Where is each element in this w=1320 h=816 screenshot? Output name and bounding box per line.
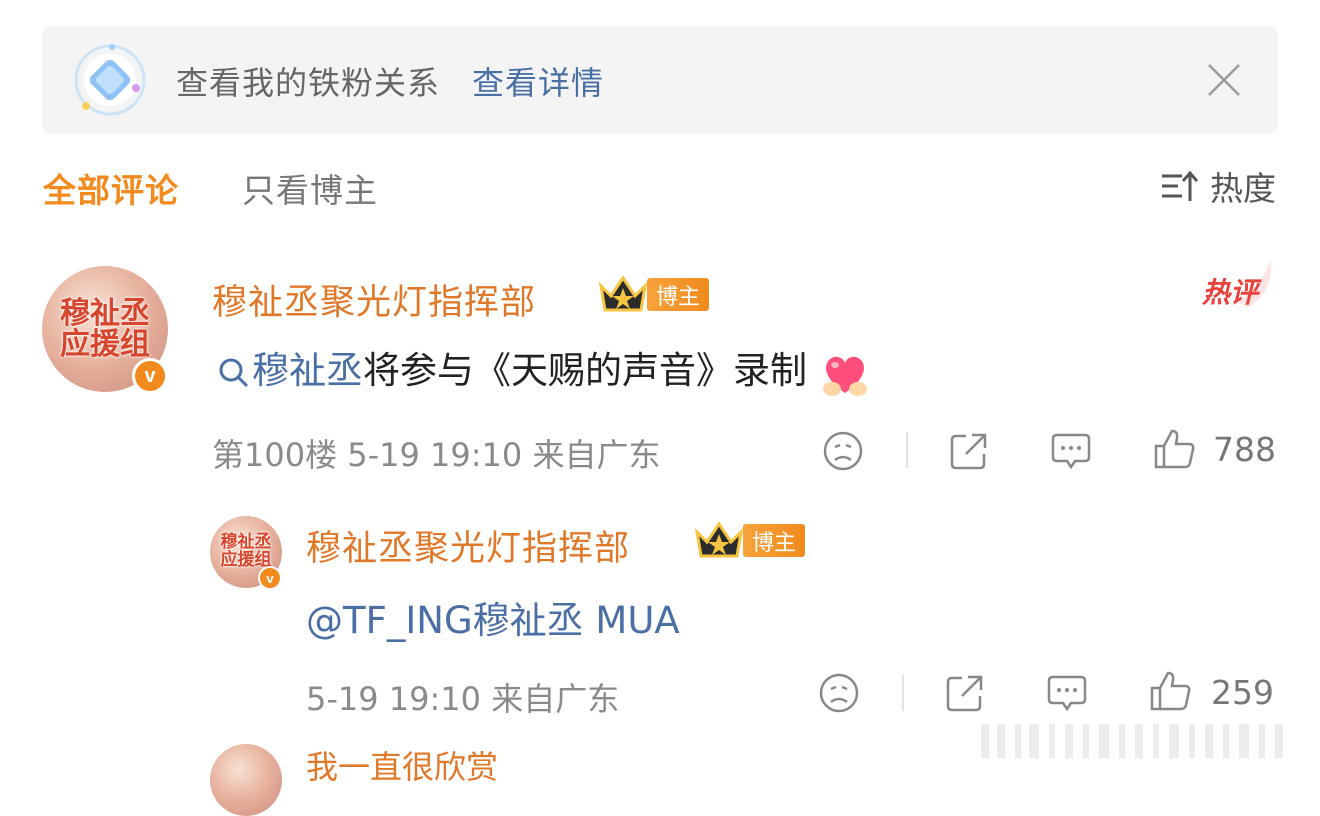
comment-icon[interactable]: [1046, 672, 1088, 714]
view-details-link[interactable]: 查看详情: [472, 58, 604, 104]
comment-avatar[interactable]: 穆祉丞应援组 v: [42, 266, 168, 394]
comment-icon[interactable]: [1050, 430, 1092, 472]
svg-text:热评: 热评: [1201, 276, 1262, 309]
watermark: [981, 724, 1283, 758]
like-count: 788: [1213, 430, 1276, 469]
reply-meta: 5-19 19:10 来自广东: [306, 680, 620, 718]
comment-meta: 第100楼 5-19 19:10 来自广东: [212, 436, 661, 474]
heart-hands-icon: [822, 356, 867, 396]
avatar: [210, 744, 282, 816]
fan-relationship-banner[interactable]: 查看我的铁粉关系 查看详情: [42, 26, 1278, 134]
diamond-icon: [74, 44, 146, 116]
reply-text: @TF_ING穆祉丞 MUA: [306, 590, 680, 644]
action-divider: [906, 432, 908, 468]
mention-link[interactable]: @TF_ING穆祉丞 MUA: [306, 599, 680, 642]
like-icon[interactable]: [1148, 669, 1192, 713]
sort-icon: [1162, 170, 1198, 201]
share-icon[interactable]: [948, 430, 990, 472]
like-count: 259: [1211, 673, 1274, 712]
dislike-icon[interactable]: [822, 430, 864, 472]
comment-text: 穆祉丞将参与《天赐的声音》录制: [216, 340, 871, 399]
search-icon: [219, 358, 249, 387]
sort-label: 热度: [1210, 169, 1276, 208]
comment-body: 将参与《天赐的声音》录制: [363, 349, 807, 392]
close-icon[interactable]: [1206, 62, 1242, 98]
crown-icon: [598, 275, 648, 312]
author-badge: 博主: [647, 278, 709, 311]
avatar-label: 穆祉丞应援组: [220, 532, 272, 570]
author-badge: 博主: [743, 524, 805, 557]
like-icon[interactable]: [1152, 427, 1196, 471]
verified-icon: v: [258, 566, 282, 590]
tab-all-comments[interactable]: 全部评论: [43, 164, 179, 212]
tab-author-only[interactable]: 只看博主: [242, 164, 378, 212]
dislike-icon[interactable]: [818, 672, 860, 714]
comment-username[interactable]: 穆祉丞聚光灯指挥部: [212, 274, 536, 325]
banner-text: 查看我的铁粉关系: [176, 64, 441, 102]
next-comment-avatar[interactable]: [210, 744, 282, 816]
reply-username[interactable]: 穆祉丞聚光灯指挥部: [306, 520, 630, 571]
share-icon[interactable]: [944, 672, 986, 714]
hot-comment-tag: 热评: [1201, 260, 1272, 309]
avatar-label: 穆祉丞应援组: [60, 295, 150, 362]
next-comment-username[interactable]: 我一直很欣赏: [306, 742, 498, 788]
verified-icon: v: [132, 358, 168, 394]
topic-link[interactable]: 穆祉丞: [252, 349, 363, 392]
reply-avatar[interactable]: 穆祉丞应援组 v: [210, 516, 282, 590]
action-divider: [902, 675, 904, 711]
crown-icon: [694, 521, 744, 558]
sort-by-heat-button[interactable]: 热度: [1160, 164, 1276, 208]
